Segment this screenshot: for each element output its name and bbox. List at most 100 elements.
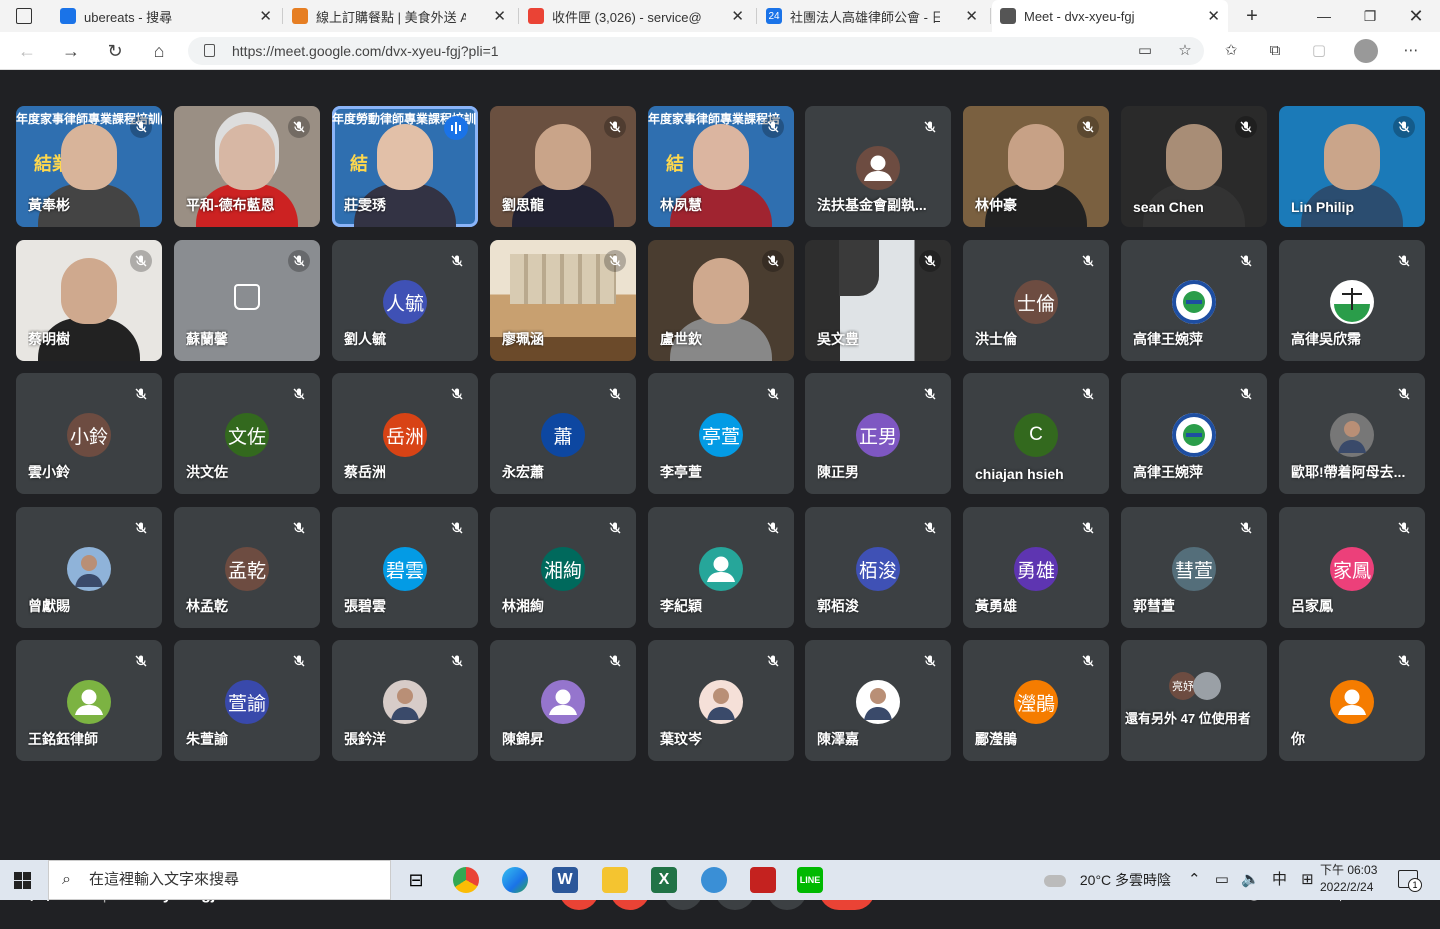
participant-tile[interactable]: 廖珮涵 (490, 240, 636, 361)
url-field[interactable]: https://meet.google.com/dvx-xyeu-fgj?pli… (188, 37, 1204, 65)
new-tab-button[interactable]: + (1232, 4, 1272, 28)
tab-actions-icon[interactable] (16, 8, 32, 24)
participant-tile[interactable]: 平和-德布藍恩 (174, 106, 320, 227)
profile-avatar[interactable] (1354, 39, 1378, 63)
participant-tile[interactable]: 岳洲 蔡岳洲 (332, 373, 478, 494)
participant-tile[interactable]: 彗萱 郭彗萱 (1121, 507, 1267, 628)
camera-blocked-icon[interactable]: ▭ (1136, 42, 1154, 60)
participant-tile[interactable]: 小鈴 雲小鈴 (16, 373, 162, 494)
participant-tile[interactable]: 劉思龍 (490, 106, 636, 227)
word-app-icon[interactable]: W (552, 867, 578, 893)
participant-tile[interactable]: 蕭永宏蕭 (490, 373, 636, 494)
participant-name: 高律吳欣霈 (1291, 331, 1361, 347)
refresh-button[interactable]: ↻ (104, 40, 126, 62)
participant-tile[interactable]: 王銘鈺律師 (16, 640, 162, 761)
favorite-star-icon[interactable]: ☆ (1176, 42, 1194, 60)
windows-start-icon[interactable] (14, 872, 31, 889)
participant-tile[interactable]: 栢浚 郭栢浚 (805, 507, 951, 628)
participant-tile[interactable]: 葉玟岑 (648, 640, 794, 761)
participant-tile[interactable]: 蘇蘭馨 (174, 240, 320, 361)
participant-tile[interactable]: 曾獻賜 (16, 507, 162, 628)
mic-muted-icon (130, 517, 152, 539)
participant-tile[interactable]: 陳錦昇 (490, 640, 636, 761)
participant-name: 法扶基金會副執... (817, 197, 927, 213)
participant-tile[interactable]: 瀅鵑 酈瀅鵑 (963, 640, 1109, 761)
participant-tile[interactable]: 碧雲 張碧雲 (332, 507, 478, 628)
maximize-button[interactable]: ❐ (1350, 4, 1390, 28)
participant-tile[interactable]: 陳澤嘉 (805, 640, 951, 761)
participant-tile[interactable]: Cchiajan hsieh (963, 373, 1109, 494)
participant-tile[interactable]: 林仲豪 (963, 106, 1109, 227)
file-explorer-icon[interactable] (602, 867, 628, 893)
participant-tile[interactable]: 萱諭 朱萱諭 (174, 640, 320, 761)
participant-tile[interactable]: 年度勞動律師專業課程培訓結莊雯琇 (332, 106, 478, 227)
excel-app-icon[interactable]: X (651, 867, 677, 893)
participant-tile[interactable]: 士倫 洪士倫 (963, 240, 1109, 361)
participant-tile[interactable]: 人毓 劉人毓 (332, 240, 478, 361)
forward-button[interactable]: → (60, 40, 82, 62)
browser-tab[interactable]: 收件匣 (3,026) - service@kba.or ✕ (520, 0, 752, 32)
home-button[interactable]: ⌂ (148, 40, 170, 62)
participant-tile[interactable]: 年度家事律師專業課程培訓(南區)結業式黃奉彬 (16, 106, 162, 227)
minimize-button[interactable]: — (1304, 4, 1344, 28)
notification-icon[interactable]: 1 (1398, 870, 1422, 892)
participant-tile[interactable]: 湘絢 林湘絢 (490, 507, 636, 628)
ime-indicator[interactable]: 中 (1272, 871, 1287, 888)
participant-tile[interactable]: 吳文豊 (805, 240, 951, 361)
browser-tab[interactable]: Meet - dvx-xyeu-fgj ✕ (992, 0, 1228, 32)
favorites-icon[interactable]: ✩ (1222, 42, 1240, 60)
extensions-icon[interactable]: ▢ (1310, 42, 1328, 60)
close-tab-icon[interactable]: ✕ (965, 7, 978, 25)
participant-tile[interactable]: 高律王婉萍 (1121, 373, 1267, 494)
participant-tile[interactable]: 亮妤 還有另外 47 位使用者 (1121, 640, 1267, 761)
network-icon[interactable]: ▭ (1215, 871, 1229, 888)
collections-icon[interactable]: ⧉ (1266, 42, 1284, 60)
participant-tile[interactable]: 年度家事律師專業課程培結林夙慧 (648, 106, 794, 227)
participant-tile[interactable]: 孟乾 林孟乾 (174, 507, 320, 628)
person-head (1008, 124, 1064, 190)
acrobat-app-icon[interactable] (750, 867, 776, 893)
taskbar-search-box[interactable]: ⌕ 在這裡輸入文字來搜尋 (48, 860, 391, 900)
participant-tile[interactable]: 正男 陳正男 (805, 373, 951, 494)
participant-tile[interactable]: 你 (1279, 640, 1425, 761)
participant-tile[interactable]: 蔡明樹 (16, 240, 162, 361)
participant-name: 高律王婉萍 (1133, 331, 1203, 347)
browser-tab[interactable]: 24 社團法人高雄律師公會 - 日曆 - 2 ✕ (758, 0, 986, 32)
chevron-up-icon[interactable]: ⌃ (1188, 871, 1201, 888)
internet-explorer-icon[interactable] (701, 867, 727, 893)
participant-tile[interactable]: 文佐 洪文佐 (174, 373, 320, 494)
participant-tile[interactable]: sean Chen (1121, 106, 1267, 227)
close-tab-icon[interactable]: ✕ (493, 7, 506, 25)
volume-icon[interactable]: 🔈 (1241, 871, 1260, 888)
participant-tile[interactable]: 高律王婉萍 (1121, 240, 1267, 361)
browser-tab[interactable]: ubereats - 搜尋 ✕ (52, 0, 280, 32)
person-head (377, 124, 433, 190)
more-menu-icon[interactable]: ⋯ (1402, 42, 1420, 60)
mic-muted-icon (288, 517, 310, 539)
participant-tile[interactable]: 勇雄 黃勇雄 (963, 507, 1109, 628)
participant-tile[interactable]: 盧世欽 (648, 240, 794, 361)
close-window-button[interactable]: ✕ (1396, 4, 1436, 28)
line-app-icon[interactable]: LINE (797, 867, 823, 893)
participant-tile[interactable]: 歐耶!帶着阿母去... (1279, 373, 1425, 494)
back-button[interactable]: ← (16, 40, 38, 62)
participant-name: 林仲豪 (975, 197, 1017, 213)
edge-app-icon[interactable] (502, 867, 528, 893)
browser-tab[interactable]: 線上訂購餐點 | 美食外送 App | U ✕ (284, 0, 514, 32)
participant-tile[interactable]: 高律吳欣霈 (1279, 240, 1425, 361)
ime-mode-icon[interactable]: ⊞ (1301, 871, 1314, 888)
person-head (1166, 124, 1222, 190)
participant-tile[interactable]: 家鳳 呂家鳳 (1279, 507, 1425, 628)
participant-tile[interactable]: 李紀穎 (648, 507, 794, 628)
participant-name: 王銘鈺律師 (28, 731, 98, 747)
task-view-icon[interactable]: ⊟ (403, 867, 429, 893)
close-tab-icon[interactable]: ✕ (1207, 7, 1220, 25)
close-tab-icon[interactable]: ✕ (731, 7, 744, 25)
chrome-app-icon[interactable] (453, 867, 479, 893)
participant-tile[interactable]: Lin Philip (1279, 106, 1425, 227)
taskbar-clock[interactable]: 下午 06:03 2022/2/24 (1320, 862, 1377, 896)
participant-tile[interactable]: 張鈐洋 (332, 640, 478, 761)
close-tab-icon[interactable]: ✕ (259, 7, 272, 25)
participant-tile[interactable]: 法扶基金會副執... (805, 106, 951, 227)
participant-tile[interactable]: 亭萱 李亭萱 (648, 373, 794, 494)
